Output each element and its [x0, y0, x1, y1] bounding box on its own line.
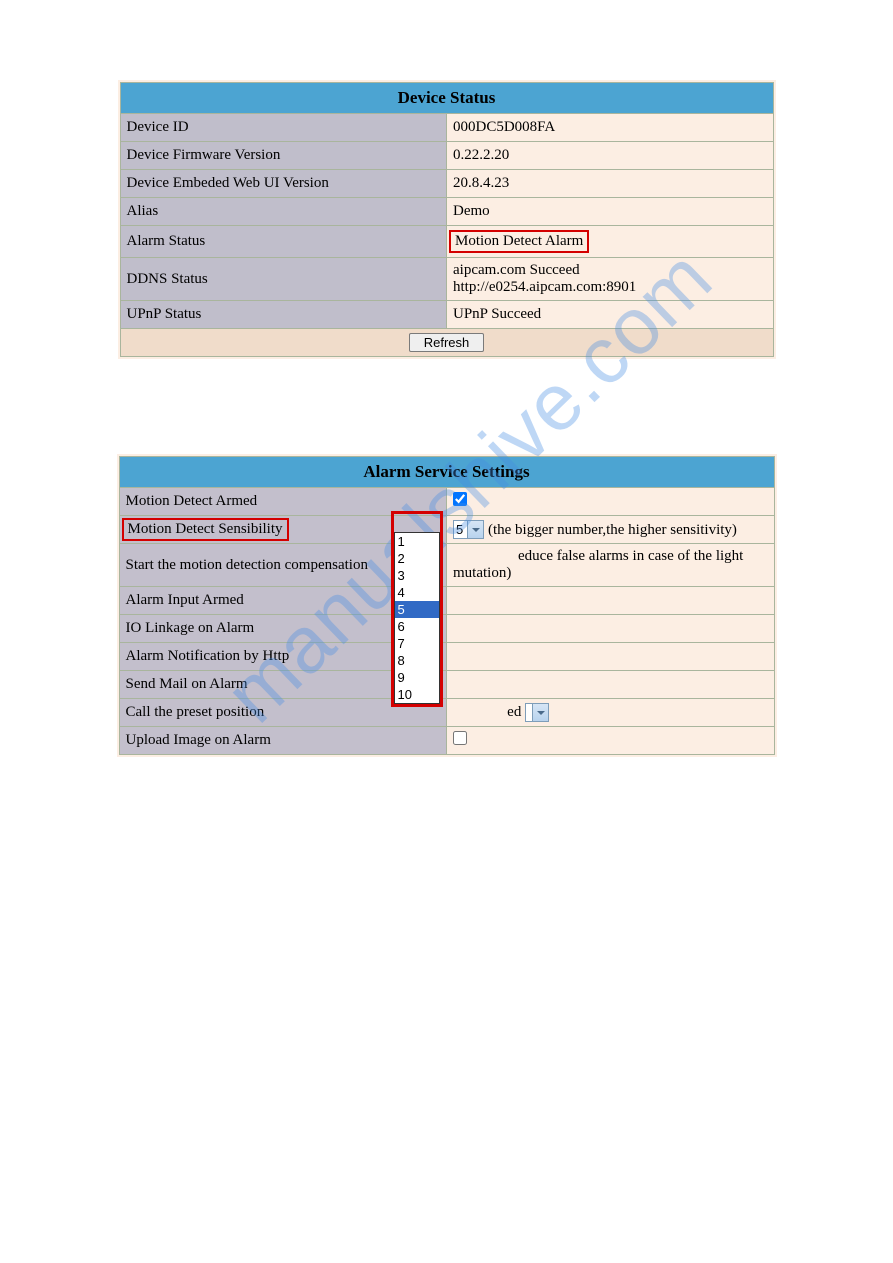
dropdown-option[interactable]: 4: [395, 584, 439, 601]
dropdown-option[interactable]: 9: [395, 669, 439, 686]
row-upnp-value: UPnP Succeed: [447, 301, 774, 329]
motion-armed-checkbox[interactable]: [453, 492, 467, 506]
preset-select[interactable]: [525, 703, 549, 722]
row-fw-label: Device Firmware Version: [120, 142, 447, 170]
row-upnp-label: UPnP Status: [120, 301, 447, 329]
alarm-status-highlight: Motion Detect Alarm: [449, 230, 589, 253]
row-ddns-label: DDNS Status: [120, 258, 447, 301]
row-fw-value: 0.22.2.20: [447, 142, 774, 170]
row-alarm-label: Alarm Status: [120, 226, 447, 258]
row-input-armed-value: [447, 587, 775, 615]
compensation-hint-tail: educe false alarms in case of the light …: [453, 548, 743, 581]
alarm-settings-panel: Alarm Service Settings Motion Detect Arm…: [117, 454, 777, 757]
row-armed-label: Motion Detect Armed: [119, 488, 447, 516]
row-webui-value: 20.8.4.23: [447, 170, 774, 198]
dropdown-option[interactable]: 8: [395, 652, 439, 669]
preset-value-tail: ed: [507, 704, 521, 720]
alarm-settings-table: Alarm Service Settings Motion Detect Arm…: [119, 456, 775, 755]
dropdown-option[interactable]: 6: [395, 618, 439, 635]
sensibility-select-value: 5: [454, 522, 467, 537]
sensibility-hint: (the bigger number,the higher sensitivit…: [488, 522, 737, 538]
dropdown-option[interactable]: 7: [395, 635, 439, 652]
row-send-mail-value: [447, 671, 775, 699]
sensibility-select[interactable]: 5: [453, 520, 484, 539]
sensibility-label-highlight: Motion Detect Sensibility: [122, 518, 289, 541]
dropdown-option[interactable]: 2: [395, 550, 439, 567]
refresh-button[interactable]: Refresh: [409, 333, 485, 352]
row-io-linkage-value: [447, 615, 775, 643]
device-status-table: Device Status Device ID 000DC5D008FA Dev…: [120, 82, 774, 357]
alarm-settings-header: Alarm Service Settings: [119, 457, 774, 488]
row-alarm-value: Motion Detect Alarm: [447, 226, 774, 258]
dropdown-option[interactable]: 10: [395, 686, 439, 703]
row-preset-value: XXXXXed: [447, 699, 775, 727]
row-device-id-value: 000DC5D008FA: [447, 114, 774, 142]
dropdown-option[interactable]: 3: [395, 567, 439, 584]
refresh-row: Refresh: [120, 329, 773, 357]
sensibility-dropdown[interactable]: 1 2 3 4 5 6 7 8 9 10: [394, 532, 440, 704]
chevron-down-icon: [532, 704, 548, 721]
row-armed-value: [447, 488, 775, 516]
row-http-notify-value: [447, 643, 775, 671]
row-device-id-label: Device ID: [120, 114, 447, 142]
row-compensation-value: XXXXXXeduce false alarms in case of the …: [447, 544, 775, 587]
row-ddns-value: aipcam.com Succeed http://e0254.aipcam.c…: [447, 258, 774, 301]
device-status-header: Device Status: [120, 83, 773, 114]
device-status-panel: Device Status Device ID 000DC5D008FA Dev…: [118, 80, 776, 359]
row-alias-value: Demo: [447, 198, 774, 226]
chevron-down-icon: [467, 521, 483, 538]
dropdown-option[interactable]: 1: [395, 533, 439, 550]
row-webui-label: Device Embeded Web UI Version: [120, 170, 447, 198]
row-alias-label: Alias: [120, 198, 447, 226]
dropdown-option-selected[interactable]: 5: [395, 601, 439, 618]
upload-image-checkbox[interactable]: [453, 731, 467, 745]
row-upload-label: Upload Image on Alarm: [119, 727, 447, 755]
row-sensibility-value: 5 (the bigger number,the higher sensitiv…: [447, 516, 775, 544]
row-upload-value: [447, 727, 775, 755]
